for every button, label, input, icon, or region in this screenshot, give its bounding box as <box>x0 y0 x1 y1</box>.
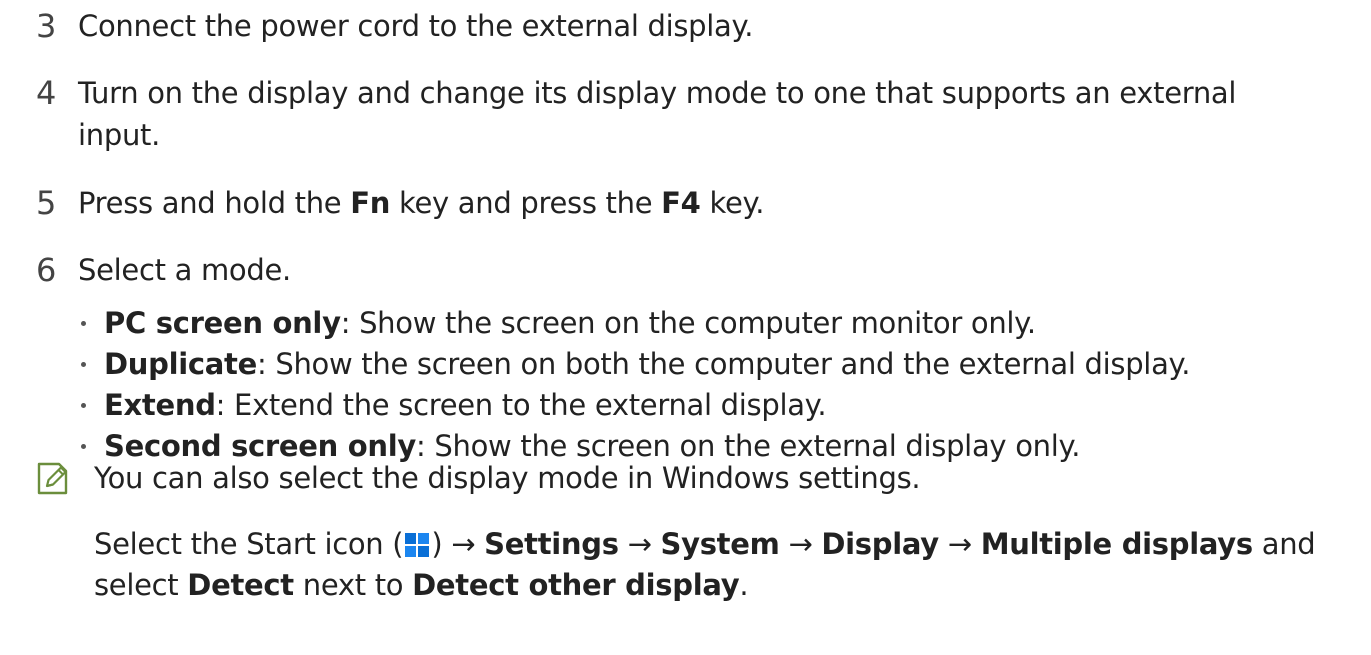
mode-name: PC screen only <box>104 306 341 340</box>
note-text-part: next to <box>293 568 413 602</box>
step-text-part: key. <box>700 186 765 220</box>
mode-text: PC screen only: Show the screen on the c… <box>104 305 1036 342</box>
document-page: 3 Connect the power cord to the external… <box>0 0 1371 655</box>
step-text: input. <box>78 118 161 152</box>
bullet-icon <box>81 403 86 408</box>
mode-text: Duplicate: Show the screen on both the c… <box>104 346 1190 383</box>
step-text: Connect the power cord to the external d… <box>78 9 754 43</box>
step-number: 6 <box>36 251 57 289</box>
step-text: Press and hold the Fn key and press the … <box>78 185 764 222</box>
note-text-part: Select the Start icon ( <box>94 527 404 561</box>
mode-desc: : Extend the screen to the external disp… <box>215 388 827 422</box>
mode-name: Extend <box>104 388 216 422</box>
mode-name: Second screen only <box>104 429 417 463</box>
step-text-part: Press and hold the <box>78 186 351 220</box>
key-name: F4 <box>661 186 701 220</box>
note-text-line-3: select Detect next to Detect other displ… <box>94 567 749 604</box>
settings-path-item: Multiple displays <box>980 527 1253 561</box>
step-number: 3 <box>36 7 57 45</box>
step-text-part: key and press the <box>390 186 662 220</box>
note-text-part: ) → <box>431 527 485 561</box>
note-text-line-2: Select the Start icon ( ) → Settings → Sy… <box>94 526 1316 563</box>
windows-start-icon <box>405 529 430 557</box>
step-text: Select a mode. <box>78 253 291 287</box>
settings-path-item: System <box>660 527 780 561</box>
step-number: 5 <box>36 184 57 222</box>
note-text-part: and <box>1252 527 1316 561</box>
step-number: 4 <box>36 74 57 112</box>
settings-path-item: Display <box>821 527 939 561</box>
mode-name: Duplicate <box>104 347 257 381</box>
mode-desc: : Show the screen on the computer monito… <box>340 306 1036 340</box>
bullet-icon <box>81 321 86 326</box>
bullet-icon <box>81 444 86 449</box>
arrow-icon: → <box>779 527 822 561</box>
mode-desc: : Show the screen on the external displa… <box>416 429 1081 463</box>
note-pencil-icon <box>36 461 71 496</box>
key-name: Fn <box>350 186 391 220</box>
note-text-part: select <box>94 568 188 602</box>
detect-other-display-label: Detect other display <box>412 568 740 602</box>
mode-desc: : Show the screen on both the computer a… <box>256 347 1191 381</box>
note-text-part: . <box>739 568 749 602</box>
note-text-line-1: You can also select the display mode in … <box>94 461 921 495</box>
mode-text: Extend: Extend the screen to the externa… <box>104 387 827 424</box>
arrow-icon: → <box>938 527 981 561</box>
settings-path-item: Settings <box>484 527 619 561</box>
detect-label: Detect <box>187 568 294 602</box>
step-text: Turn on the display and change its displ… <box>78 76 1237 110</box>
bullet-icon <box>81 362 86 367</box>
arrow-icon: → <box>618 527 661 561</box>
